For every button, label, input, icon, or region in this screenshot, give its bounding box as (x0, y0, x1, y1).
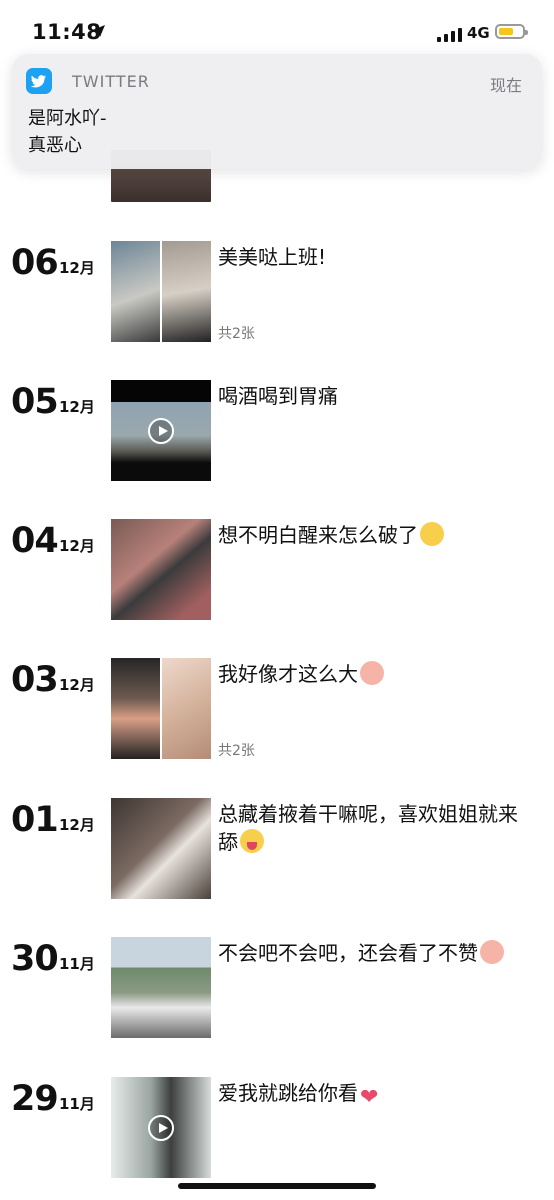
pig-face-emoji (480, 940, 504, 964)
post-day: 06 (11, 243, 59, 283)
post-month: 12月 (59, 676, 95, 694)
post-image-count: 共2张 (218, 326, 255, 342)
post-item[interactable]: 03 12月 我好像才这么大 共2张 (0, 658, 554, 760)
post-caption: 不会吧不会吧，还会看了不赞 (218, 939, 518, 967)
notification-app-name: TWITTER (72, 72, 150, 91)
post-photo[interactable] (162, 658, 211, 759)
post-item[interactable]: 05 12月 喝酒喝到胃痛 (0, 380, 554, 482)
post-month: 12月 (59, 537, 95, 555)
post-day: 30 (11, 939, 59, 979)
notification-banner[interactable]: TWITTER 现在 是阿水吖- 真恶心 (12, 54, 542, 169)
post-item[interactable]: 04 12月 想不明白醒来怎么破了 (0, 519, 554, 621)
pig-face-emoji (360, 661, 384, 685)
post-photo[interactable] (111, 519, 211, 620)
post-image-count: 共2张 (218, 743, 255, 759)
post-month: 12月 (59, 398, 95, 416)
post-photo[interactable] (111, 658, 160, 759)
post-caption: 总藏着掖着干嘛呢，喜欢姐姐就来舔 (218, 802, 518, 854)
heart-emoji: ❤ (360, 1085, 379, 1110)
battery-icon (495, 24, 528, 39)
post-caption: 爱我就跳给你看❤ (218, 1081, 379, 1110)
post-month: 12月 (59, 259, 95, 277)
network-type: 4G (467, 24, 490, 42)
post-month: 11月 (59, 955, 95, 973)
post-photo[interactable] (111, 798, 211, 899)
post-video-thumbnail[interactable] (111, 1077, 211, 1178)
post-caption: 喝酒喝到胃痛 (218, 384, 338, 408)
post-video-thumbnail[interactable] (111, 380, 211, 481)
post-photo[interactable] (111, 241, 160, 342)
post-day: 29 (11, 1079, 59, 1119)
post-photo[interactable] (162, 241, 211, 342)
notification-body: 真恶心 (28, 135, 82, 156)
tongue-face-emoji (240, 829, 264, 853)
status-bar: 11:48 4G (0, 0, 554, 60)
post-day: 05 (11, 382, 59, 422)
post-item[interactable]: 30 11月 不会吧不会吧，还会看了不赞 (0, 937, 554, 1039)
post-caption: 我好像才这么大 (218, 660, 518, 688)
twitter-bird-icon (26, 68, 52, 94)
post-item[interactable]: 06 12月 美美哒上班! 共2张 (0, 241, 554, 343)
post-month: 12月 (59, 816, 95, 834)
sleeping-face-emoji (420, 522, 444, 546)
post-month: 11月 (59, 1095, 95, 1113)
post-photo[interactable] (111, 937, 211, 1038)
play-icon[interactable] (148, 1114, 174, 1141)
play-icon[interactable] (148, 417, 174, 444)
post-item[interactable]: 01 12月 总藏着掖着干嘛呢，喜欢姐姐就来舔 (0, 798, 554, 900)
notification-title: 是阿水吖- (28, 108, 107, 129)
post-day: 03 (11, 660, 59, 700)
post-item[interactable]: 29 11月 爱我就跳给你看❤ (0, 1077, 554, 1179)
post-day: 04 (11, 521, 59, 561)
location-arrow-icon (93, 25, 105, 37)
home-indicator[interactable] (178, 1183, 376, 1189)
post-caption: 想不明白醒来怎么破了 (218, 521, 518, 549)
cellular-signal-icon (437, 26, 463, 42)
status-time: 11:48 (32, 20, 102, 44)
post-caption: 美美哒上班! (218, 245, 327, 269)
notification-time: 现在 (489, 76, 522, 95)
post-day: 01 (11, 800, 59, 840)
